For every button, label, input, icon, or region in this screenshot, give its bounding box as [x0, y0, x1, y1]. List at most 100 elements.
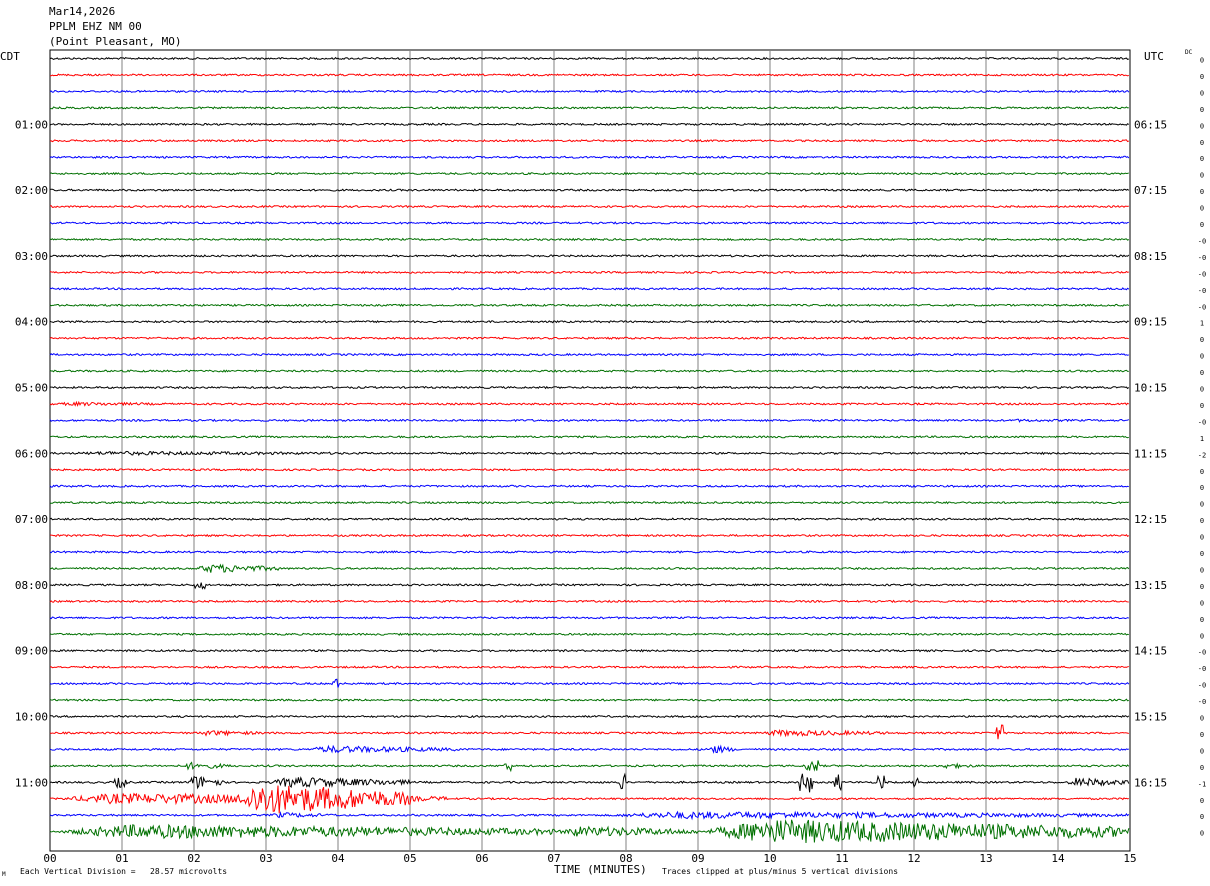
- seismic-trace: [49, 810, 1130, 821]
- seismic-trace: [49, 369, 1129, 373]
- dc-offset-label: 0: [1200, 830, 1204, 838]
- seismic-trace: [49, 678, 1130, 688]
- dc-offset-label: -2: [1198, 451, 1206, 459]
- dc-offset-label: 0: [1200, 369, 1204, 377]
- dc-offset-label: 0: [1200, 139, 1204, 147]
- seismic-trace: [49, 418, 1129, 423]
- right-hour-label: 14:15: [1134, 645, 1167, 658]
- left-hour-label: 05:00: [15, 382, 48, 395]
- right-hour-label: 12:15: [1134, 513, 1167, 526]
- dc-offset-label: 0: [1200, 155, 1204, 163]
- seismic-trace: [49, 122, 1130, 127]
- left-hour-label: 01:00: [15, 118, 48, 131]
- dc-offset-label: 0: [1200, 89, 1204, 97]
- dc-offset-label: -0: [1198, 665, 1206, 673]
- dc-offset-label: 0: [1200, 583, 1204, 591]
- seismic-trace: [49, 56, 1129, 61]
- dc-offset-label: 0: [1200, 747, 1204, 755]
- x-tick-label: 08: [619, 852, 632, 865]
- dc-offset-label: 0: [1200, 534, 1204, 542]
- right-hour-label: 07:15: [1134, 184, 1167, 197]
- seismic-trace: [49, 400, 1130, 407]
- seismic-trace: [49, 254, 1130, 258]
- seismic-trace: [49, 468, 1129, 472]
- x-tick-label: 00: [43, 852, 56, 865]
- dc-offset-label: 0: [1200, 106, 1204, 114]
- left-hour-label: 02:00: [15, 184, 48, 197]
- seismic-trace: [49, 204, 1129, 209]
- dc-offset-label: 0: [1200, 188, 1204, 196]
- dc-offset-label: 0: [1200, 731, 1204, 739]
- seismic-trace: [49, 785, 1129, 814]
- seismic-trace: [49, 819, 1130, 844]
- right-hour-label: 08:15: [1134, 250, 1167, 263]
- seismic-trace: [49, 616, 1129, 620]
- dc-offset-label: 0: [1200, 221, 1204, 229]
- x-tick-label: 01: [115, 852, 128, 865]
- dc-offset-label: 0: [1200, 57, 1204, 65]
- dc-offset-label: 0: [1200, 632, 1204, 640]
- seismic-trace: [49, 171, 1129, 176]
- x-tick-label: 03: [259, 852, 272, 865]
- right-hour-label: 11:15: [1134, 447, 1167, 460]
- seismic-trace: [49, 435, 1129, 439]
- left-hour-label: 09:00: [15, 645, 48, 658]
- seismic-trace: [49, 724, 1129, 740]
- right-hour-label: 16:15: [1134, 776, 1167, 789]
- x-tick-label: 14: [1051, 852, 1065, 865]
- right-hour-label: 09:15: [1134, 316, 1167, 329]
- seismic-trace: [49, 303, 1130, 307]
- dc-offset-label: 1: [1200, 435, 1204, 443]
- x-tick-label: 09: [691, 852, 704, 865]
- seismic-trace: [49, 500, 1129, 505]
- dc-offset-label: -0: [1198, 418, 1206, 426]
- seismic-trace: [49, 237, 1130, 242]
- left-hour-label: 08:00: [15, 579, 48, 592]
- dc-offset-label: 0: [1200, 550, 1204, 558]
- dc-offset-label: 0: [1200, 402, 1204, 410]
- left-hour-label: 07:00: [15, 513, 48, 526]
- dc-offset-label: 0: [1200, 122, 1204, 130]
- x-tick-label: 06: [475, 852, 488, 865]
- dc-offset-label: 0: [1200, 517, 1204, 525]
- dc-offset-label: 0: [1200, 353, 1204, 361]
- seismic-trace: [49, 563, 1130, 573]
- x-tick-label: 13: [979, 852, 992, 865]
- seismic-trace: [49, 320, 1129, 324]
- x-tick-label: 12: [907, 852, 920, 865]
- seismic-trace: [49, 714, 1130, 719]
- seismic-trace: [49, 484, 1129, 488]
- dc-offset-label: 0: [1200, 73, 1204, 81]
- seismic-trace: [49, 221, 1129, 225]
- seismic-trace: [49, 772, 1130, 793]
- dc-offset-label: 0: [1200, 336, 1204, 344]
- x-tick-label: 10: [763, 852, 776, 865]
- seismic-trace: [49, 517, 1130, 521]
- dc-offset-label: -0: [1198, 270, 1206, 278]
- x-tick-label: 15: [1123, 852, 1136, 865]
- seismic-trace: [49, 155, 1130, 159]
- seismic-trace: [49, 744, 1129, 754]
- right-hour-label: 10:15: [1134, 382, 1167, 395]
- dc-offset-label: 1: [1200, 320, 1204, 328]
- left-hour-label: 06:00: [15, 447, 48, 460]
- dc-offset-label: 0: [1200, 764, 1204, 772]
- seismic-trace: [49, 139, 1129, 143]
- dc-offset-label: 0: [1200, 599, 1204, 607]
- seismic-trace: [49, 385, 1130, 390]
- dc-offset-label: 0: [1200, 715, 1204, 723]
- dc-offset-label: -0: [1198, 254, 1206, 262]
- left-hour-label: 03:00: [15, 250, 48, 263]
- seismic-trace: [49, 665, 1129, 669]
- seismic-trace: [49, 632, 1129, 636]
- dc-offset-label: 0: [1200, 501, 1204, 509]
- seismogram-plot: 00 01 02 03 04 05 06 07 08 09 10 11 12 13 14 1500000000…: [15, 49, 1206, 865]
- seismic-trace: [49, 287, 1130, 291]
- seismic-trace: [49, 352, 1129, 357]
- right-hour-label: 13:15: [1134, 579, 1167, 592]
- x-tick-label: 07: [547, 852, 560, 865]
- seismic-trace: [49, 106, 1129, 110]
- dc-offset-label: -0: [1198, 682, 1206, 690]
- plot-frame: [49, 49, 1131, 852]
- dc-offset-label: -0: [1198, 698, 1206, 706]
